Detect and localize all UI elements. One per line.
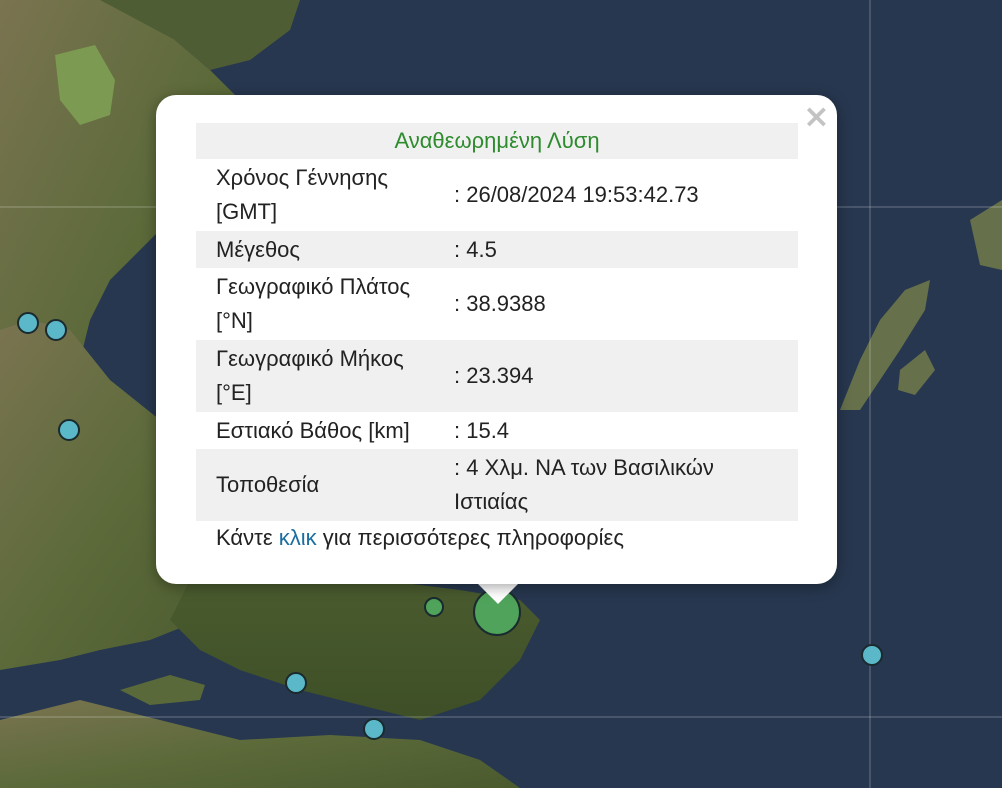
earthquake-info-popup: × Αναθεωρημένη Λύση Χρόνος Γέννησης [GMT… <box>156 95 837 584</box>
latitude-value: : 38.9388 <box>454 291 546 316</box>
more-info-suffix: για περισσότερες πληροφορίες <box>316 525 624 550</box>
close-icon[interactable]: × <box>803 100 830 132</box>
popup-tip <box>478 584 518 604</box>
earthquake-marker[interactable] <box>424 597 444 617</box>
popup-title: Αναθεωρημένη Λύση <box>196 123 798 159</box>
magnitude-value: : 4.5 <box>454 231 798 268</box>
earthquake-marker[interactable] <box>58 419 80 441</box>
origin-time-label: Χρόνος Γέννησης [GMT] <box>216 165 388 224</box>
earthquake-marker[interactable] <box>363 718 385 740</box>
longitude-value: : 23.394 <box>454 340 798 412</box>
earthquake-marker[interactable] <box>45 319 67 341</box>
depth-label: Εστιακό Βάθος [km] <box>216 417 410 443</box>
earthquake-info-table: Αναθεωρημένη Λύση Χρόνος Γέννησης [GMT] … <box>196 123 798 521</box>
more-info-link[interactable]: κλικ <box>279 525 317 550</box>
location-value: : 4 Χλμ. ΝΑ των Βασιλικών Ιστιαίας <box>454 449 798 521</box>
location-label: Τοποθεσία <box>196 449 454 521</box>
earthquake-marker[interactable] <box>285 672 307 694</box>
earthquake-marker[interactable] <box>17 312 39 334</box>
depth-value: : 15.4 <box>454 417 510 443</box>
longitude-label: Γεωγραφικό Μήκος [°E] <box>196 340 454 412</box>
earthquake-marker[interactable] <box>861 644 883 666</box>
magnitude-label: Μέγεθος <box>196 231 454 268</box>
latitude-label: Γεωγραφικό Πλάτος [°N] <box>216 274 411 333</box>
more-info-prefix: Κάντε <box>216 525 279 550</box>
more-info-line: Κάντε κλικ για περισσότερες πληροφορίες <box>216 523 624 553</box>
origin-time-value: : 26/08/2024 19:53:42.73 <box>454 182 699 207</box>
